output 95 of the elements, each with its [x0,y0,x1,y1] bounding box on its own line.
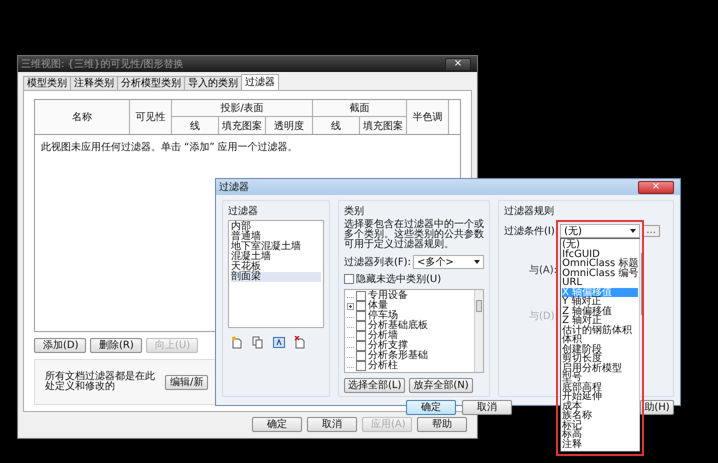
filter-item[interactable]: 普通墙 [231,232,321,242]
condition-dropdown[interactable]: (无) [560,224,640,238]
dropdown-option[interactable]: 族名称 [562,411,638,420]
checkbox[interactable] [356,291,366,301]
tab[interactable]: 注释类别 [70,76,118,90]
checkbox[interactable] [356,301,366,311]
dropdown-option[interactable]: IfcGUID [562,250,638,259]
edit-button[interactable]: 编辑/新 [165,374,208,390]
category-item: 分析柱 [368,361,398,371]
table-button[interactable]: 添加(D) [34,338,86,353]
dialog-button[interactable]: 确定 [252,417,302,432]
checkbox[interactable] [356,331,366,341]
group-heading: 类别 [344,204,365,218]
checkbox[interactable] [344,274,354,284]
filter-item[interactable]: 混凝土墙 [231,252,321,262]
dropdown-option[interactable]: URL [562,278,638,288]
category-description: 选择要包含在过滤器中的一个或多个类别。这些类别的公共参数可用于定义过滤器规则。 [344,220,484,250]
column-header: 透明度 [266,117,312,134]
column-header: 线 [313,117,360,134]
checkbox-label: 隐藏未选中类别(U) [356,272,442,286]
tab[interactable]: 模型类别 [23,76,71,90]
window-title: 过滤器 [219,180,249,194]
dropdown-option[interactable]: OmniClass 编号 [562,268,638,278]
checkbox[interactable] [356,351,366,361]
scrollbar[interactable] [474,290,483,372]
and-label: 与(A): [529,263,558,277]
category-item: 体量 [368,301,388,311]
column-header: 半色调 [407,100,449,134]
rename-icon[interactable] [273,337,285,348]
expand-icon[interactable] [347,302,354,310]
note-text: 所有文档过滤器都是在此处定义和修改的 [45,372,156,392]
dropdown-option[interactable]: Y 轴对正 [562,297,638,306]
dropdown-option[interactable]: 启用分析模型 [562,364,638,373]
hide-unchecked-checkbox[interactable]: 隐藏未选中类别(U) [344,272,484,286]
dialog-button[interactable]: 帮助 [417,417,467,432]
dropdown-option[interactable]: 成本 [562,402,638,411]
caret-icon [474,260,480,264]
checkbox[interactable] [356,361,366,371]
table-button[interactable]: 删除(R) [90,338,142,353]
checkbox[interactable] [356,341,366,351]
filter-item[interactable]: 剖面梁 [231,272,321,282]
copy-pages-icon[interactable] [252,336,264,349]
window-title: 三维视图: {三维}的可见性/图形替换 [21,58,184,71]
and-label: 与(D): [529,309,558,323]
category-item: 停车场 [368,311,398,321]
clear-all-button[interactable]: 放弃全部(N) [409,378,473,393]
category-item: 专用设备 [368,291,408,301]
checkbox[interactable] [356,321,366,331]
category-item: 分析条形基础 [368,351,428,361]
dialog-button[interactable]: 取消 [307,417,357,432]
filter-item[interactable]: 内部 [231,222,321,232]
dropdown-option[interactable]: 剪切长度 [562,354,638,364]
select-all-button[interactable]: 选择全部(L) [344,378,406,393]
dropdown-option[interactable]: 开始延伸 [562,392,638,402]
group-heading: 过滤器规则 [504,204,555,218]
column-header: 可见性 [130,100,172,134]
dialog-button[interactable]: 确定 [406,400,456,415]
column-header: 截面 [313,100,406,117]
filter-item[interactable]: 天花板 [231,262,321,272]
category-item: 分析墙 [368,331,398,341]
filter-list-label: 过滤器列表(F): [344,256,411,269]
dialog-button[interactable]: 助(H) [640,400,674,415]
dropdown-option[interactable]: 型号 [562,373,638,382]
category-item: 分析支撑 [368,341,408,351]
dropdown-option[interactable]: 估计的钢筋体积 [562,326,638,335]
column-header: 名称 [35,100,130,134]
dropdown-option[interactable]: Z 轴偏移值 [562,306,638,316]
column-header: 填充图案 [360,117,406,134]
group-heading: 过滤器 [228,204,259,218]
tab[interactable]: 导入的类别 [184,76,242,90]
dropdown-option[interactable]: OmniClass 标题 [562,259,638,268]
dialog-button[interactable]: 取消 [462,400,512,415]
caret-icon [630,229,636,233]
close-button[interactable]: × [445,58,471,70]
column-header: 线 [172,117,219,134]
dropdown-option[interactable]: 创建阶段 [562,344,638,354]
tab[interactable]: 分析模型类别 [117,76,185,90]
dropdown-option[interactable]: 标高 [562,430,638,440]
dropdown-option[interactable]: 体积 [562,335,638,344]
tab[interactable]: 过滤器 [241,74,279,90]
new-page-icon[interactable] [231,336,243,349]
dropdown-option[interactable]: 标记 [562,420,638,430]
delete-page-icon[interactable] [294,336,306,349]
column-header: 投影/表面 [172,100,312,117]
dropdown-option[interactable]: Z 轴对正 [562,316,638,326]
filter-item[interactable]: 地下室混凝土墙 [231,242,321,252]
empty-message: 此视图未应用任何过滤器。单击 “添加” 应用一个过滤器。 [41,142,298,153]
scrollbar[interactable] [639,239,640,451]
dropdown-option[interactable]: 注释 [562,440,638,449]
checkbox[interactable] [356,311,366,321]
dropdown-option[interactable]: (无) [562,240,638,250]
filter-list-dropdown[interactable]: <多个> [412,255,484,269]
category-item: 分析基础底板 [368,321,428,331]
dropdown-option[interactable]: 底部高程 [562,382,638,392]
column-header: 填充图案 [219,117,266,134]
